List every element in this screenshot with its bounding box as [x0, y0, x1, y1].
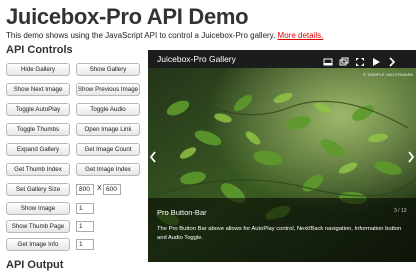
image-counter: 3 / 13	[394, 208, 407, 214]
grid-icon[interactable]	[355, 54, 365, 66]
api-controls-heading: API Controls	[6, 44, 73, 56]
toggle-thumbs-button[interactable]: Toggle Thumbs	[6, 123, 70, 136]
intro-description: This demo shows using the JavaScript API…	[6, 31, 276, 40]
juicebox-gallery[interactable]: Juicebox-Pro Gallery © SAMPLE WATERMARK	[148, 50, 416, 262]
expand-gallery-button[interactable]: Expand Gallery	[6, 143, 70, 156]
show-next-image-button[interactable]: Show Next Image	[6, 83, 70, 96]
expand-icon[interactable]	[323, 54, 333, 66]
toggle-autoplay-button[interactable]: Toggle AutoPlay	[6, 103, 70, 116]
api-output-heading: API Output	[6, 259, 64, 271]
gallery-header: Juicebox-Pro Gallery	[148, 50, 416, 68]
play-icon[interactable]	[371, 54, 381, 66]
chevron-right-icon[interactable]	[407, 150, 415, 163]
show-image-button[interactable]: Show Image	[6, 202, 70, 215]
get-image-info-input[interactable]: 1	[76, 239, 94, 250]
intro-text: This demo shows using the JavaScript API…	[6, 31, 323, 40]
more-details-link[interactable]: More details.	[278, 31, 324, 40]
show-previous-image-button[interactable]: Show Previous Image	[76, 83, 140, 96]
gallery-caption: Pro Button-Bar 3 / 13 The Pro Button Bar…	[148, 198, 416, 262]
gallery-title: Juicebox-Pro Gallery	[157, 54, 236, 64]
hide-gallery-button[interactable]: Hide Gallery	[6, 63, 70, 76]
next-icon[interactable]	[387, 54, 397, 67]
open-image-link-button[interactable]: Open Image Link	[76, 123, 140, 136]
get-image-index-button[interactable]: Get Image Index	[76, 163, 140, 176]
toggle-audio-button[interactable]: Toggle Audio	[76, 103, 140, 116]
show-thumb-page-button[interactable]: Show Thumb Page	[6, 220, 70, 233]
get-image-info-button[interactable]: Get Image Info	[6, 238, 70, 251]
show-gallery-button[interactable]: Show Gallery	[76, 63, 140, 76]
caption-body: The Pro Button Bar above allows for Auto…	[157, 226, 402, 241]
page-title: Juicebox-Pro API Demo	[6, 4, 249, 29]
chevron-left-icon[interactable]	[149, 150, 157, 163]
fullscreen-icon[interactable]	[339, 54, 349, 66]
set-gallery-size-button[interactable]: Set Gallery Size	[6, 183, 70, 196]
show-image-input[interactable]: 1	[76, 203, 94, 214]
caption-title: Pro Button-Bar	[157, 208, 207, 217]
gallery-height-input[interactable]: 600	[103, 184, 121, 195]
size-separator: X	[97, 185, 102, 192]
gallery-width-input[interactable]: 800	[76, 184, 94, 195]
get-image-count-button[interactable]: Get Image Count	[76, 143, 140, 156]
get-thumb-index-button[interactable]: Get Thumb Index	[6, 163, 70, 176]
show-thumb-page-input[interactable]: 1	[76, 221, 94, 232]
watermark-text: © SAMPLE WATERMARK	[363, 72, 414, 77]
gallery-button-bar	[323, 54, 397, 67]
